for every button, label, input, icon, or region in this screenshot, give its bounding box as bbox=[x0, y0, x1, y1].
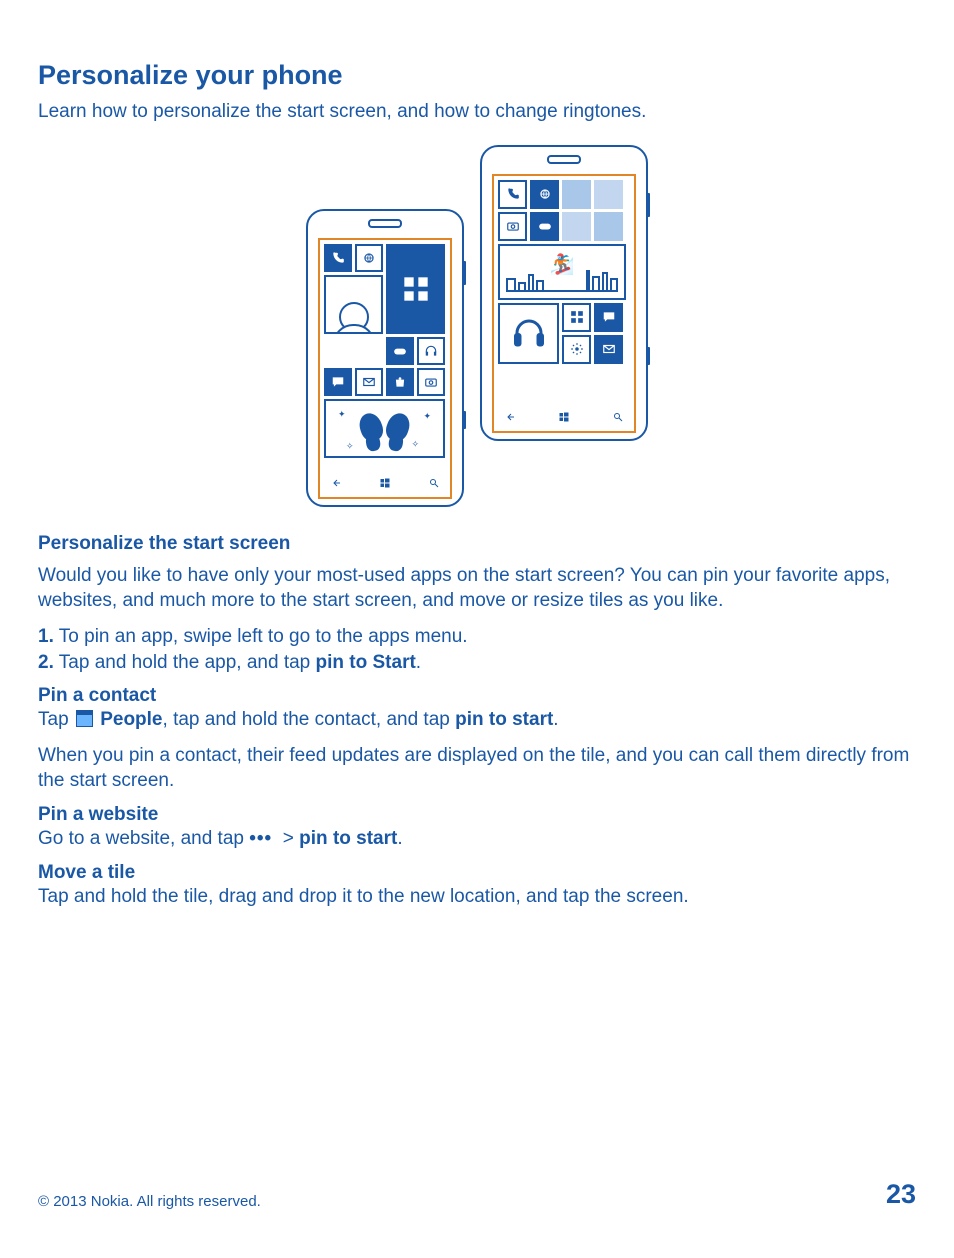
tile-store-icon bbox=[386, 368, 414, 396]
tile-headphones-icon bbox=[417, 337, 445, 365]
people-icon bbox=[76, 710, 93, 727]
tile-camera-icon bbox=[417, 368, 445, 396]
illustration: ✦ ✦ ✧ ✧ bbox=[38, 145, 916, 507]
copyright-text: © 2013 Nokia. All rights reserved. bbox=[38, 1193, 261, 1210]
tile-apps-small-icon bbox=[562, 303, 591, 332]
tile-camera-icon bbox=[498, 212, 527, 241]
tile-headphones-large bbox=[498, 303, 559, 364]
step-1: 1. To pin an app, swipe left to go to th… bbox=[38, 624, 916, 650]
back-icon bbox=[504, 411, 516, 423]
tile-profile-icon bbox=[324, 275, 383, 334]
tile-chat-icon bbox=[594, 303, 623, 332]
phone-illustration-left: ✦ ✦ ✧ ✧ bbox=[306, 209, 464, 507]
intro-text: Learn how to personalize the start scree… bbox=[38, 99, 916, 125]
back-icon bbox=[330, 477, 342, 489]
windows-icon bbox=[379, 477, 391, 489]
tile-butterfly: ✦ ✦ ✧ ✧ bbox=[324, 399, 445, 458]
tile-ie-icon bbox=[355, 244, 383, 272]
more-dots-icon: ••• bbox=[249, 828, 272, 849]
move-tile-body: Tap and hold the tile, drag and drop it … bbox=[38, 884, 916, 910]
tile-mail-icon bbox=[594, 335, 623, 364]
page-footer: © 2013 Nokia. All rights reserved. 23 bbox=[38, 1179, 916, 1210]
step-2: 2. Tap and hold the app, and tap pin to … bbox=[38, 650, 916, 676]
tile-phone-icon bbox=[498, 180, 527, 209]
section-personalize-body: Would you like to have only your most-us… bbox=[38, 563, 916, 614]
tile-chat-icon bbox=[324, 368, 352, 396]
tile-skater: 🏂 bbox=[498, 244, 626, 300]
pin-contact-line: Tap People, tap and hold the contact, an… bbox=[38, 707, 916, 733]
tile-phone-icon bbox=[324, 244, 352, 272]
tile-settings-icon bbox=[562, 335, 591, 364]
tile-game-icon bbox=[530, 212, 559, 241]
tile-apps-icon bbox=[386, 244, 445, 334]
section-personalize-title: Personalize the start screen bbox=[38, 533, 916, 555]
tile-game-icon bbox=[386, 337, 414, 365]
pin-website-title: Pin a website bbox=[38, 804, 916, 826]
search-icon bbox=[428, 477, 440, 489]
move-tile-title: Move a tile bbox=[38, 862, 916, 884]
tile-mail-icon bbox=[355, 368, 383, 396]
windows-icon bbox=[558, 411, 570, 423]
page-title: Personalize your phone bbox=[38, 60, 916, 91]
pin-contact-title: Pin a contact bbox=[38, 685, 916, 707]
tile-ie-icon bbox=[530, 180, 559, 209]
page-number: 23 bbox=[886, 1179, 916, 1210]
pin-website-line: Go to a website, and tap ••• > pin to st… bbox=[38, 826, 916, 852]
pin-contact-followup: When you pin a contact, their feed updat… bbox=[38, 743, 916, 794]
phone-illustration-right: 🏂 bbox=[480, 145, 648, 441]
search-icon bbox=[612, 411, 624, 423]
